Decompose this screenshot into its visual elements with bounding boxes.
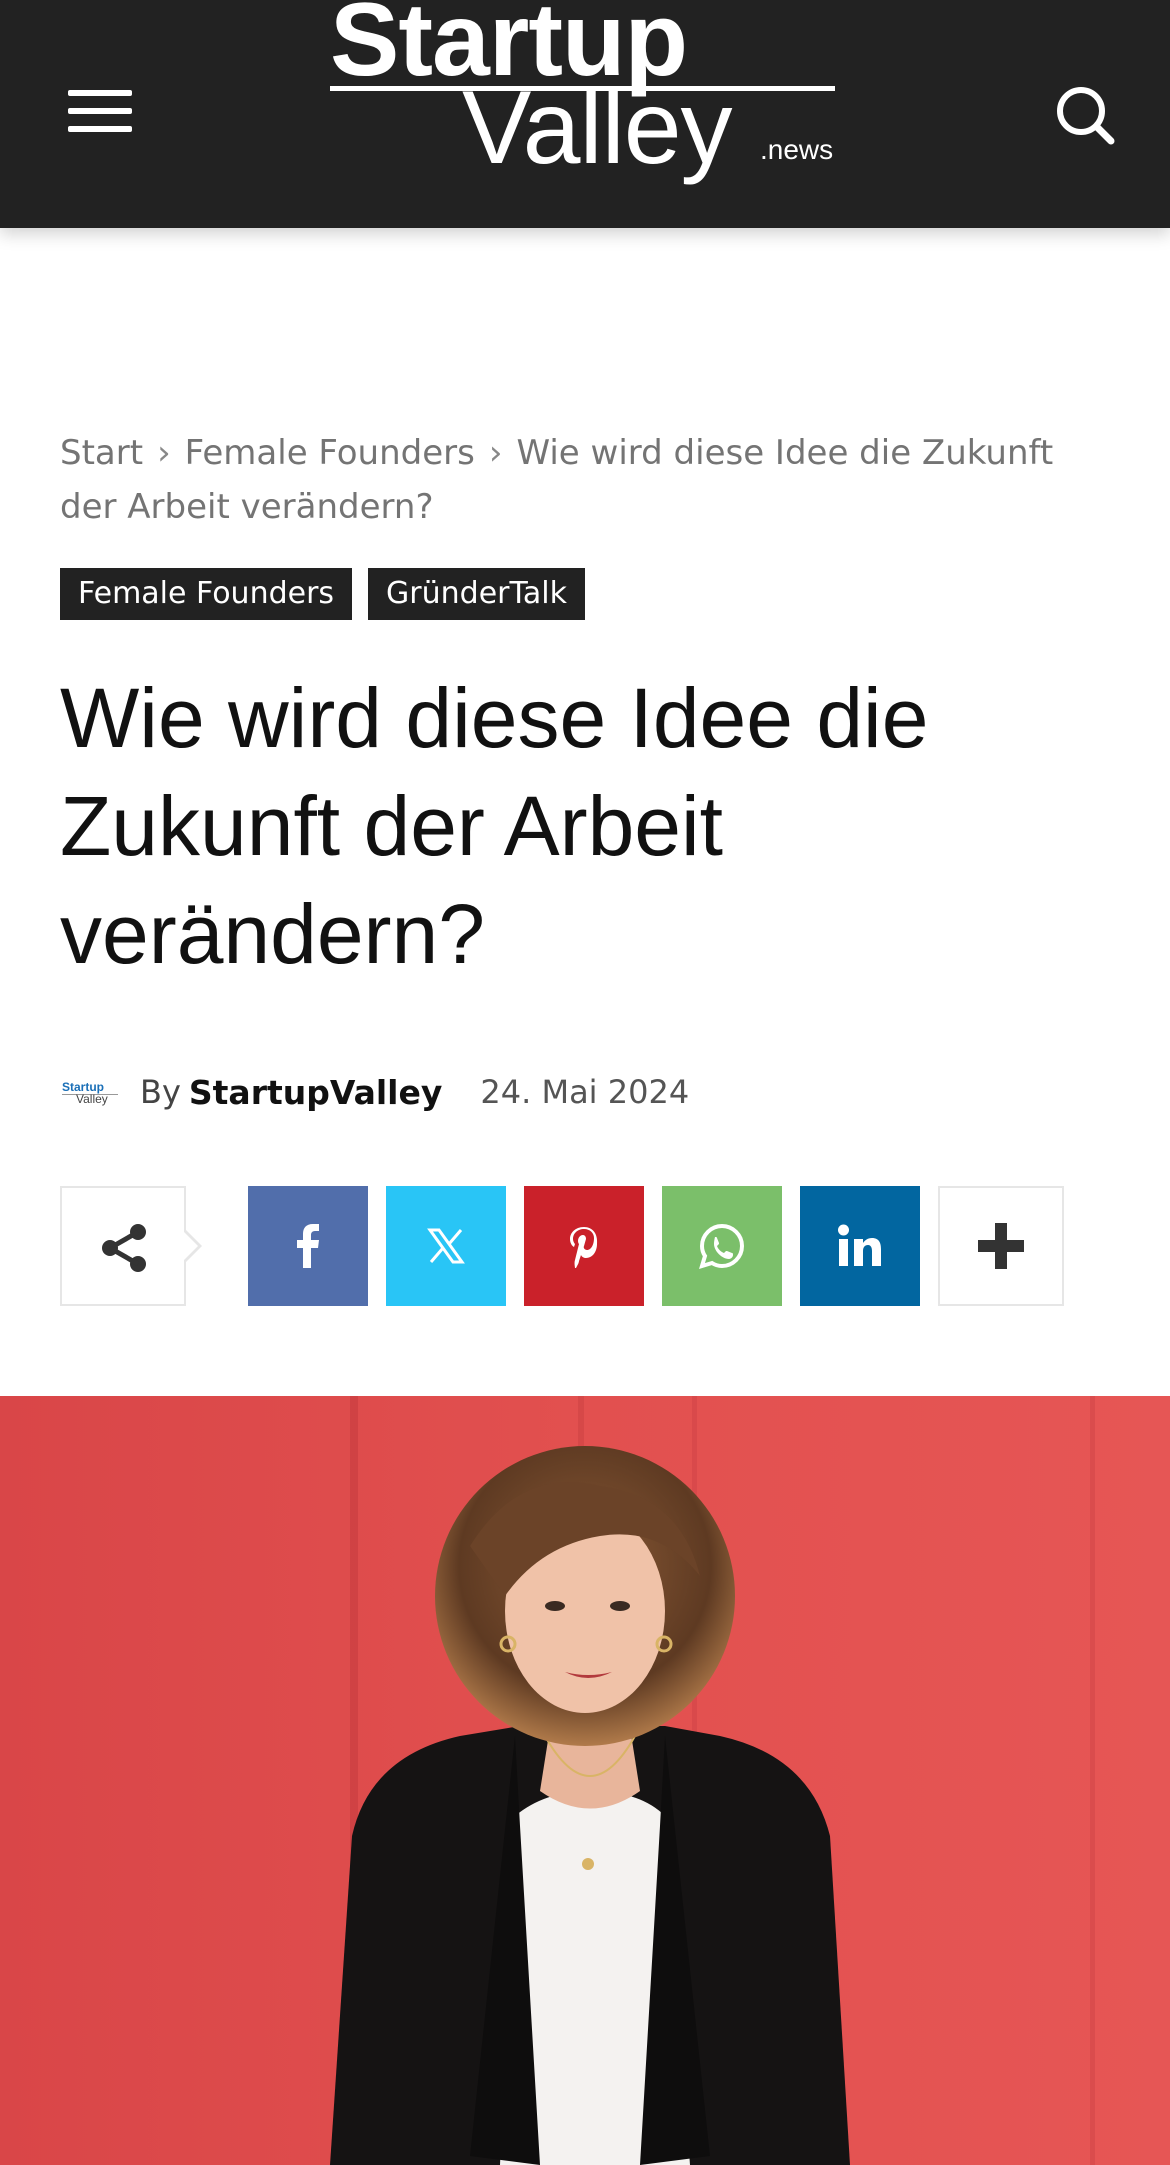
category-tag-gruendertalk[interactable]: GründerTalk [368, 568, 585, 620]
pinterest-share-button[interactable] [524, 1186, 644, 1306]
hero-photo-illustration [0, 1396, 1170, 2165]
logo-suffix: .news [760, 134, 834, 165]
breadcrumb-separator: › [488, 433, 503, 473]
breadcrumb-female-founders[interactable]: Female Founders [185, 433, 475, 473]
by-label: By [140, 1073, 181, 1111]
linkedin-icon [838, 1224, 881, 1266]
hamburger-menu-icon[interactable] [60, 84, 142, 144]
hero-image [0, 1396, 1170, 2165]
category-tags: Female Founders GründerTalk [60, 568, 585, 620]
logo-line-2: Valley [462, 70, 733, 186]
avatar-text-2: Valley [76, 1092, 108, 1106]
x-share-button[interactable] [386, 1186, 506, 1306]
author-name[interactable]: StartupValley [189, 1073, 443, 1112]
byline: Startup Valley By StartupValley 24. Mai … [60, 1062, 689, 1122]
pinterest-icon [570, 1227, 598, 1268]
more-share-button[interactable] [938, 1186, 1064, 1306]
article-title: Wie wird diese Idee die Zukunft der Arbe… [60, 671, 929, 981]
publish-date: 24. Mai 2024 [480, 1073, 690, 1111]
whatsapp-share-button[interactable] [662, 1186, 782, 1306]
linkedin-share-button[interactable] [800, 1186, 920, 1306]
breadcrumb: Start › Female Founders › Wie wird diese Ide… [60, 426, 1120, 534]
plus-icon [978, 1223, 1024, 1269]
breadcrumb-start[interactable]: Start [60, 433, 143, 473]
share-arrow [182, 1228, 202, 1264]
facebook-icon [297, 1224, 319, 1268]
share-icon [102, 1224, 146, 1272]
whatsapp-icon [699, 1223, 745, 1269]
category-tag-female-founders[interactable]: Female Founders [60, 568, 353, 620]
x-twitter-icon [427, 1228, 465, 1264]
facebook-share-button[interactable] [248, 1186, 368, 1306]
share-button[interactable] [60, 1186, 186, 1306]
search-icon[interactable] [1054, 84, 1116, 146]
breadcrumb-separator: › [157, 433, 171, 473]
author-avatar[interactable]: Startup Valley [60, 1062, 120, 1122]
site-logo[interactable]: Startup Valley .news [330, 0, 840, 198]
site-header: Startup Valley .news [0, 0, 1170, 228]
